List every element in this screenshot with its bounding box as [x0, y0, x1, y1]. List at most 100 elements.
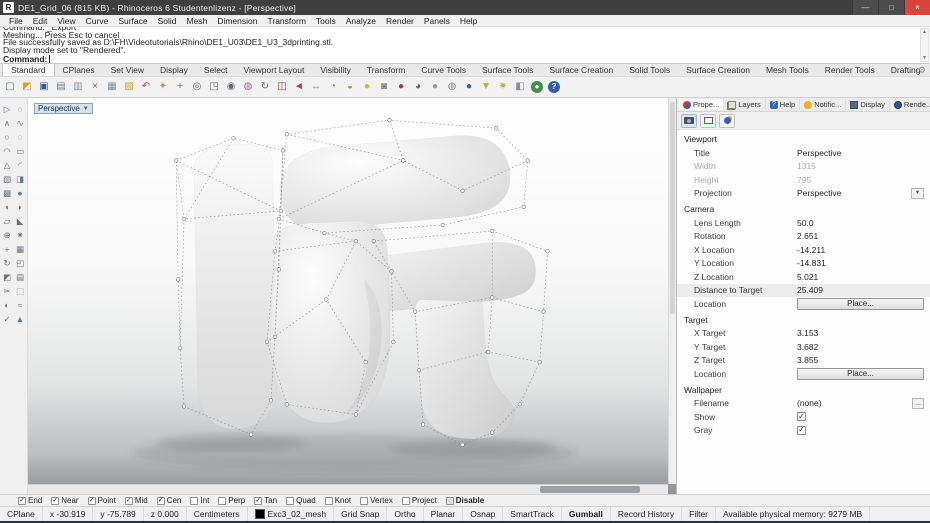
osnap-toggle[interactable]: Quad [286, 496, 316, 505]
osnap-checkbox[interactable] [218, 496, 227, 505]
menu-item[interactable]: Solid [153, 16, 182, 26]
status-cell[interactable]: Ortho [387, 507, 424, 521]
x-location-value[interactable]: -14.211 [797, 245, 930, 255]
sphere-icon[interactable]: ● [14, 186, 27, 200]
osnap-toggle[interactable]: Disable [445, 496, 484, 505]
move-icon[interactable]: + [173, 80, 187, 95]
distance-to-target-value[interactable]: 25.409 [797, 285, 930, 295]
menu-item[interactable]: Analyze [341, 16, 381, 26]
viewport-title-chip[interactable]: Perspective ▼ [34, 103, 93, 114]
selection-filter-icon[interactable]: ▼ [479, 80, 493, 95]
osnap-toggle[interactable]: Tan [254, 496, 277, 505]
join-icon[interactable]: ⊕ [1, 228, 14, 242]
offset-tool-icon[interactable]: ≈ [14, 298, 27, 312]
status-cell[interactable]: Filter [682, 507, 717, 521]
command-prompt[interactable]: Command: [0, 54, 930, 63]
panel-tab[interactable]: Rende... [890, 99, 930, 110]
copy-icon[interactable]: ▦ [105, 80, 119, 95]
extrude-icon[interactable]: ▱ [1, 214, 14, 228]
scroll-up-icon[interactable]: ▲ [922, 29, 927, 35]
select-icon[interactable]: ▷ [1, 102, 14, 116]
light-properties-button[interactable] [719, 113, 735, 128]
zoom-dynamic-icon[interactable]: ◉ [224, 80, 238, 95]
status-cell[interactable]: Centimeters [187, 507, 248, 521]
curve-boolean-icon[interactable]: ◐ [1, 298, 14, 312]
osnap-checkbox[interactable] [124, 496, 133, 505]
osnap-toggle[interactable]: Int [190, 496, 209, 505]
delete-icon[interactable]: × [88, 80, 102, 95]
pan-view-icon[interactable]: ↔ [309, 80, 323, 95]
y-location-value[interactable]: -14.831 [797, 258, 930, 268]
panel-tab[interactable]: Layers [724, 99, 766, 110]
osnap-checkbox[interactable] [401, 496, 410, 505]
status-cell[interactable]: Exc3_02_mesh [248, 507, 335, 521]
copy-tool-icon[interactable]: ▦ [14, 242, 27, 256]
toolbar-tab[interactable]: Visibility [312, 64, 359, 76]
split-tool-icon[interactable]: ⬚ [14, 284, 27, 298]
osnap-toggle[interactable]: Knot [324, 496, 351, 505]
z-target-value[interactable]: 3.855 [797, 355, 930, 365]
web-browser-icon[interactable]: ● [531, 81, 543, 93]
projection-select[interactable]: Perspective ▼ [797, 187, 930, 199]
panel-tab[interactable]: Notific... [800, 99, 847, 110]
gray-checkbox[interactable] [797, 425, 806, 435]
ellipse-icon[interactable]: ◌ [14, 130, 27, 144]
toolbar-tab[interactable]: CPlanes [55, 64, 103, 76]
flag-tool-icon[interactable]: ▲ [14, 312, 27, 326]
lock-icon[interactable]: ◙ [377, 80, 391, 95]
maximize-button[interactable]: □ [878, 0, 904, 15]
osnap-toggle[interactable]: Mid [124, 496, 148, 505]
undo-view-icon[interactable]: ◄ [292, 80, 306, 95]
scale-tool-icon[interactable]: ◰ [14, 256, 27, 270]
rendered-display-icon[interactable]: ● [462, 80, 476, 95]
surface-icon[interactable]: ▧ [1, 172, 14, 186]
viewport-layout-icon[interactable]: ◫ [275, 80, 289, 95]
viewport-properties-button[interactable] [700, 113, 716, 128]
osnap-toggle[interactable]: Point [87, 496, 116, 505]
status-cell[interactable]: Planar [424, 507, 464, 521]
toolbar-tab[interactable]: Curve Tools [413, 64, 474, 76]
toolbar-tab[interactable]: Surface Creation [678, 64, 758, 76]
explode-icon[interactable]: ✷ [14, 228, 27, 242]
toolbar-tab[interactable]: Surface Creation [541, 64, 621, 76]
osnap-checkbox[interactable] [51, 496, 60, 505]
menu-item[interactable]: Help [455, 16, 482, 26]
trim-tool-icon[interactable]: ✂ [1, 284, 14, 298]
pan-icon[interactable]: ✦ [156, 80, 170, 95]
menu-item[interactable]: Mesh [182, 16, 213, 26]
zoom-window-icon[interactable]: ◳ [207, 80, 221, 95]
osnap-checkbox[interactable] [360, 496, 369, 505]
osnap-toggle[interactable]: Near [51, 496, 79, 505]
osnap-checkbox[interactable] [156, 496, 165, 505]
check-tool-icon[interactable]: ✓ [1, 312, 14, 326]
show-checkbox[interactable] [797, 412, 806, 422]
circle-icon[interactable]: ○ [1, 130, 14, 144]
menu-item[interactable]: Tools [311, 16, 341, 26]
control-point-curve-icon[interactable]: ∿ [14, 116, 27, 130]
status-cell[interactable]: Available physical memory: 9279 MB [716, 507, 871, 521]
menu-item[interactable]: File [4, 16, 28, 26]
scroll-down-icon[interactable]: ▼ [922, 55, 927, 61]
new-file-icon[interactable]: ▢ [3, 80, 17, 95]
status-cell[interactable]: Gumball [562, 507, 611, 521]
rotate-view-icon[interactable]: ↻ [258, 80, 272, 95]
status-cell[interactable]: Osnap [463, 507, 504, 521]
osnap-checkbox[interactable] [254, 496, 263, 505]
menu-item[interactable]: Curve [81, 16, 114, 26]
menu-item[interactable]: Dimension [212, 16, 262, 26]
osnap-toggle[interactable]: Cen [156, 496, 181, 505]
render-preview-icon[interactable]: ◕ [411, 80, 425, 95]
boolean-union-icon[interactable]: ◖ [1, 200, 14, 214]
fillet-icon[interactable]: ◣ [14, 214, 27, 228]
vertical-scroll-thumb[interactable] [670, 102, 675, 315]
toolbar-tab[interactable]: Mesh Tools [758, 64, 817, 76]
perspective-viewport[interactable]: Perspective ▼ [28, 98, 676, 494]
osnap-checkbox[interactable] [324, 496, 333, 505]
osnap-checkbox[interactable] [190, 496, 199, 505]
toolbar-tab[interactable]: Display [152, 64, 196, 76]
floating-viewport-icon[interactable]: ◧ [513, 80, 527, 95]
rotation-value[interactable]: 2.651 [797, 231, 930, 241]
zoom-selected-icon[interactable]: ◍ [241, 80, 255, 95]
toolbar-tab[interactable]: Transform [359, 64, 413, 76]
menu-item[interactable]: Panels [419, 16, 455, 26]
